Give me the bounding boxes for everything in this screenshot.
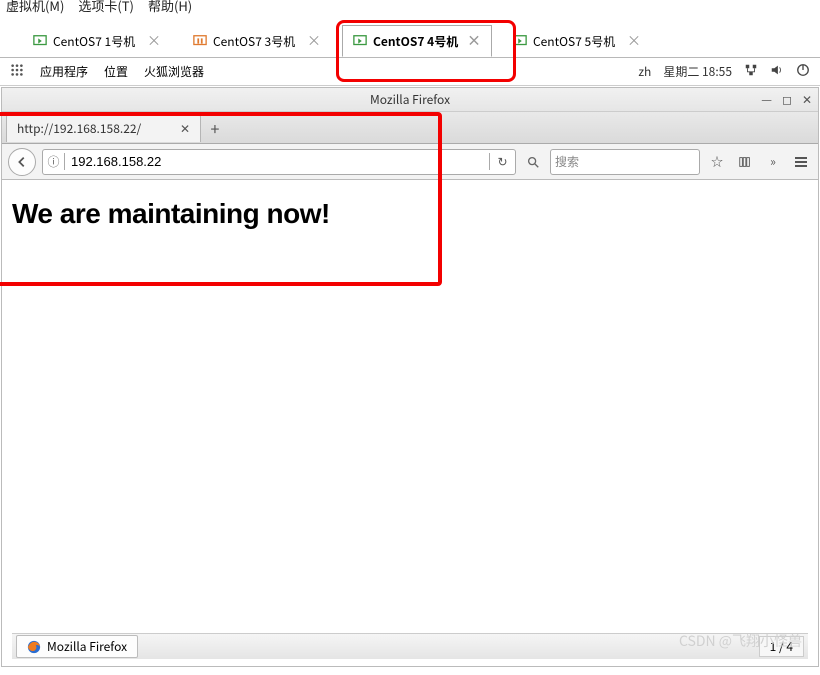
- activities-icon[interactable]: [10, 63, 24, 81]
- close-icon[interactable]: ×: [627, 31, 641, 51]
- search-box[interactable]: 搜索: [550, 149, 700, 175]
- network-icon[interactable]: [744, 63, 758, 81]
- overflow-icon[interactable]: »: [762, 151, 784, 173]
- taskbar-item-firefox[interactable]: Mozilla Firefox: [16, 635, 138, 658]
- search-placeholder: 搜索: [555, 153, 579, 170]
- page-content: We are maintaining now!: [2, 180, 818, 610]
- firefox-titlebar: Mozilla Firefox — ◻ ✕: [2, 88, 818, 112]
- host-menubar: 虚拟机(M) 选项卡(T) 帮助(H): [0, 0, 820, 18]
- vm-icon: [33, 34, 47, 48]
- bookmark-star-icon[interactable]: ☆: [706, 151, 728, 173]
- close-icon[interactable]: ✕: [802, 91, 812, 108]
- vm-tab-label: CentOS7 4号机: [373, 33, 458, 50]
- gnome-lang-indicator[interactable]: zh: [638, 63, 651, 80]
- firefox-tab-title: http://192.168.158.22/: [17, 120, 141, 137]
- address-bar[interactable]: ⓘ ↻: [42, 149, 516, 175]
- hamburger-menu-icon[interactable]: [790, 151, 812, 173]
- url-input[interactable]: [65, 154, 489, 169]
- library-icon[interactable]: [734, 151, 756, 173]
- page-heading: We are maintaining now!: [12, 198, 808, 230]
- reload-icon[interactable]: ↻: [489, 153, 515, 170]
- gnome-firefox-button[interactable]: 火狐浏览器: [144, 63, 204, 80]
- vm-icon: [513, 34, 527, 48]
- vm-tab-strip: CentOS7 1号机 × CentOS7 3号机 × CentOS7 4号机 …: [0, 18, 820, 58]
- vm-icon: [353, 34, 367, 48]
- vm-icon: [193, 34, 207, 48]
- firefox-window: Mozilla Firefox — ◻ ✕ http://192.168.158…: [1, 87, 819, 667]
- gnome-places-button[interactable]: 位置: [104, 63, 128, 80]
- menu-tabs[interactable]: 选项卡(T): [78, 0, 134, 15]
- back-button[interactable]: [8, 148, 36, 176]
- vm-tab-label: CentOS7 3号机: [213, 33, 295, 50]
- minimize-icon[interactable]: —: [761, 91, 772, 108]
- power-icon[interactable]: [796, 63, 810, 81]
- site-info-icon[interactable]: ⓘ: [43, 153, 65, 170]
- back-icon: [15, 155, 29, 169]
- watermark: CSDN @飞翔小怪兽: [679, 631, 802, 651]
- tab-close-icon[interactable]: ✕: [180, 120, 190, 137]
- taskbar-item-label: Mozilla Firefox: [47, 638, 127, 655]
- close-icon[interactable]: ×: [467, 31, 481, 51]
- close-icon[interactable]: ×: [147, 31, 161, 51]
- menu-help[interactable]: 帮助(H): [148, 0, 192, 15]
- volume-icon[interactable]: [770, 63, 784, 81]
- close-icon[interactable]: ×: [307, 31, 321, 51]
- gnome-clock[interactable]: 星期二 18:55: [663, 63, 732, 80]
- firefox-title: Mozilla Firefox: [370, 91, 450, 108]
- gnome-apps-button[interactable]: 应用程序: [40, 63, 88, 80]
- vm-tab-label: CentOS7 5号机: [533, 33, 615, 50]
- new-tab-button[interactable]: +: [201, 116, 229, 140]
- gnome-topbar: 应用程序 位置 火狐浏览器 zh 星期二 18:55: [0, 58, 820, 86]
- firefox-icon: [27, 640, 41, 654]
- vm-tab-5[interactable]: CentOS7 5号机 ×: [502, 25, 652, 57]
- menu-vm[interactable]: 虚拟机(M): [6, 0, 64, 15]
- maximize-icon[interactable]: ◻: [782, 91, 792, 108]
- vm-tab-3[interactable]: CentOS7 3号机 ×: [182, 25, 332, 57]
- vm-tab-4[interactable]: CentOS7 4号机 ×: [342, 25, 492, 57]
- vm-tab-label: CentOS7 1号机: [53, 33, 135, 50]
- search-dropdown-icon[interactable]: [522, 151, 544, 173]
- firefox-browser-tab[interactable]: http://192.168.158.22/ ✕: [6, 114, 201, 142]
- vm-tab-1[interactable]: CentOS7 1号机 ×: [22, 25, 172, 57]
- firefox-toolbar: ⓘ ↻ 搜索 ☆ »: [2, 144, 818, 180]
- firefox-tabstrip: http://192.168.158.22/ ✕ +: [2, 112, 818, 144]
